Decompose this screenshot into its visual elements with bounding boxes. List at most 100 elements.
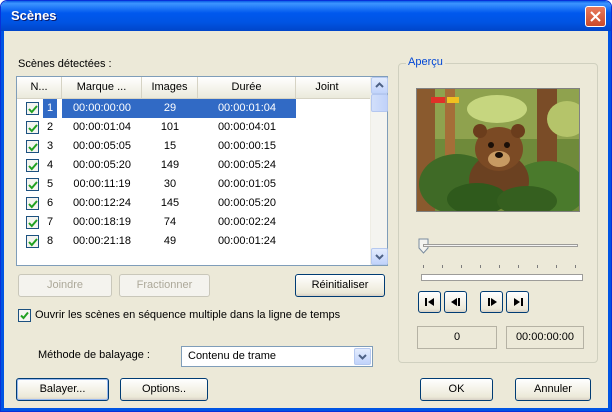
- row-checkbox[interactable]: [26, 235, 39, 248]
- checkmark-icon: [28, 143, 38, 152]
- preview-cartoon-bear-image: [417, 89, 579, 211]
- row-duration: 00:00:01:24: [217, 235, 277, 247]
- row-duration: 00:00:04:01: [217, 121, 277, 133]
- row-number: 8: [46, 235, 54, 247]
- row-mark: 00:00:11:19: [73, 178, 131, 190]
- row-duration: 00:00:01:04: [198, 99, 296, 118]
- scan-button[interactable]: Balayer...: [16, 378, 109, 401]
- scroll-up-button[interactable]: [371, 77, 388, 94]
- scenes-list[interactable]: N... Marque ... Images Durée Joint 1 00:0…: [16, 76, 388, 266]
- preview-label: Aperçu: [406, 56, 445, 68]
- column-header-images[interactable]: Images: [142, 77, 198, 98]
- row-mark: 00:00:18:19: [72, 216, 132, 228]
- slider-tick: [575, 265, 576, 268]
- close-icon: [590, 11, 601, 22]
- table-row[interactable]: 4 00:00:05:20 149 00:00:05:24: [17, 156, 370, 175]
- row-checkbox[interactable]: [26, 159, 39, 172]
- checkmark-icon: [28, 219, 38, 228]
- row-checkbox[interactable]: [26, 140, 39, 153]
- join-button[interactable]: Joindre: [18, 274, 112, 297]
- row-mark: 00:00:00:00: [62, 99, 142, 118]
- checkmark-icon: [28, 238, 38, 247]
- row-images: 149: [160, 159, 180, 171]
- scan-method-select[interactable]: Contenu de trame: [181, 346, 373, 367]
- scroll-thumb[interactable]: [371, 94, 388, 112]
- open-multi-checkbox[interactable]: [18, 309, 31, 322]
- table-row[interactable]: 7 00:00:18:19 74 00:00:02:24: [17, 213, 370, 232]
- row-images: 49: [163, 235, 177, 247]
- row-mark: 00:00:01:04: [72, 121, 132, 133]
- row-number: 1: [43, 99, 57, 118]
- slider-tick: [480, 265, 481, 268]
- slider-tick: [556, 265, 557, 268]
- table-row[interactable]: 1 00:00:00:00 29 00:00:01:04: [17, 99, 370, 118]
- row-mark: 00:00:12:24: [72, 197, 132, 209]
- row-mark: 00:00:05:05: [72, 140, 132, 152]
- row-number: 3: [46, 140, 54, 152]
- preview-image: [416, 88, 580, 212]
- slider-tick: [537, 265, 538, 268]
- row-number: 5: [46, 178, 54, 190]
- row-checkbox[interactable]: [26, 178, 39, 191]
- open-multi-label[interactable]: Ouvrir les scènes en séquence multiple d…: [35, 309, 340, 321]
- checkmark-icon: [28, 200, 38, 209]
- options-button[interactable]: Options..: [120, 378, 208, 401]
- timecode-field: 00:00:00:00: [506, 326, 584, 349]
- row-images: 15: [163, 140, 177, 152]
- row-mark: 00:00:21:18: [72, 235, 132, 247]
- go-to-end-icon: [514, 298, 523, 306]
- table-row[interactable]: 6 00:00:12:24 145 00:00:05:20: [17, 194, 370, 213]
- checkmark-icon: [28, 124, 38, 133]
- column-header-joint[interactable]: Joint: [296, 77, 358, 98]
- row-images: 101: [160, 121, 180, 133]
- scroll-down-button[interactable]: [371, 248, 388, 265]
- step-back-button[interactable]: [444, 291, 467, 313]
- window-title: Scènes: [11, 8, 57, 23]
- column-header-number[interactable]: N...: [17, 77, 62, 98]
- slider-tick: [423, 265, 424, 268]
- row-checkbox[interactable]: [26, 102, 39, 115]
- step-forward-button[interactable]: [480, 291, 503, 313]
- step-forward-icon: [488, 298, 497, 306]
- reset-button[interactable]: Réinitialiser: [295, 274, 385, 297]
- row-checkbox[interactable]: [26, 121, 39, 134]
- go-to-end-button[interactable]: [506, 291, 529, 313]
- row-images: 29: [142, 99, 198, 118]
- cancel-button[interactable]: Annuler: [515, 378, 591, 401]
- trim-range-bar[interactable]: [421, 274, 583, 281]
- slider-tick: [518, 265, 519, 268]
- table-row[interactable]: 5 00:00:11:19 30 00:00:01:05: [17, 175, 370, 194]
- row-images: 30: [163, 178, 177, 190]
- slider-tick: [442, 265, 443, 268]
- column-header-mark[interactable]: Marque ...: [62, 77, 142, 98]
- row-duration: 00:00:05:24: [217, 159, 277, 171]
- row-checkbox[interactable]: [26, 216, 39, 229]
- checkmark-icon: [28, 162, 38, 171]
- frame-number-field: 0: [417, 326, 497, 349]
- frame-right: [608, 31, 611, 411]
- row-number: 6: [46, 197, 54, 209]
- scenes-dialog: Scènes Scènes détectées : N... Marque ..…: [0, 0, 612, 412]
- table-row[interactable]: 8 00:00:21:18 49 00:00:01:24: [17, 232, 370, 251]
- row-duration: 00:00:02:24: [217, 216, 277, 228]
- checkmark-icon: [28, 181, 38, 190]
- scenes-label: Scènes détectées :: [18, 58, 112, 70]
- go-to-start-button[interactable]: [418, 291, 441, 313]
- close-button[interactable]: [585, 6, 606, 27]
- column-header-duration[interactable]: Durée: [198, 77, 296, 98]
- split-button[interactable]: Fractionner: [119, 274, 210, 297]
- table-row[interactable]: 3 00:00:05:05 15 00:00:00:15: [17, 137, 370, 156]
- row-images: 145: [160, 197, 180, 209]
- row-number: 7: [46, 216, 54, 228]
- chevron-down-icon: [358, 354, 367, 360]
- slider-tick: [499, 265, 500, 268]
- scan-method-dropdown-button[interactable]: [354, 348, 371, 365]
- chevron-down-icon: [375, 254, 384, 260]
- seek-slider-track[interactable]: [423, 244, 578, 247]
- ok-button[interactable]: OK: [420, 378, 493, 401]
- list-scrollbar[interactable]: [370, 77, 388, 265]
- table-row[interactable]: 2 00:00:01:04 101 00:00:04:01: [17, 118, 370, 137]
- row-images: 74: [163, 216, 177, 228]
- chevron-up-icon: [375, 82, 384, 88]
- row-checkbox[interactable]: [26, 197, 39, 210]
